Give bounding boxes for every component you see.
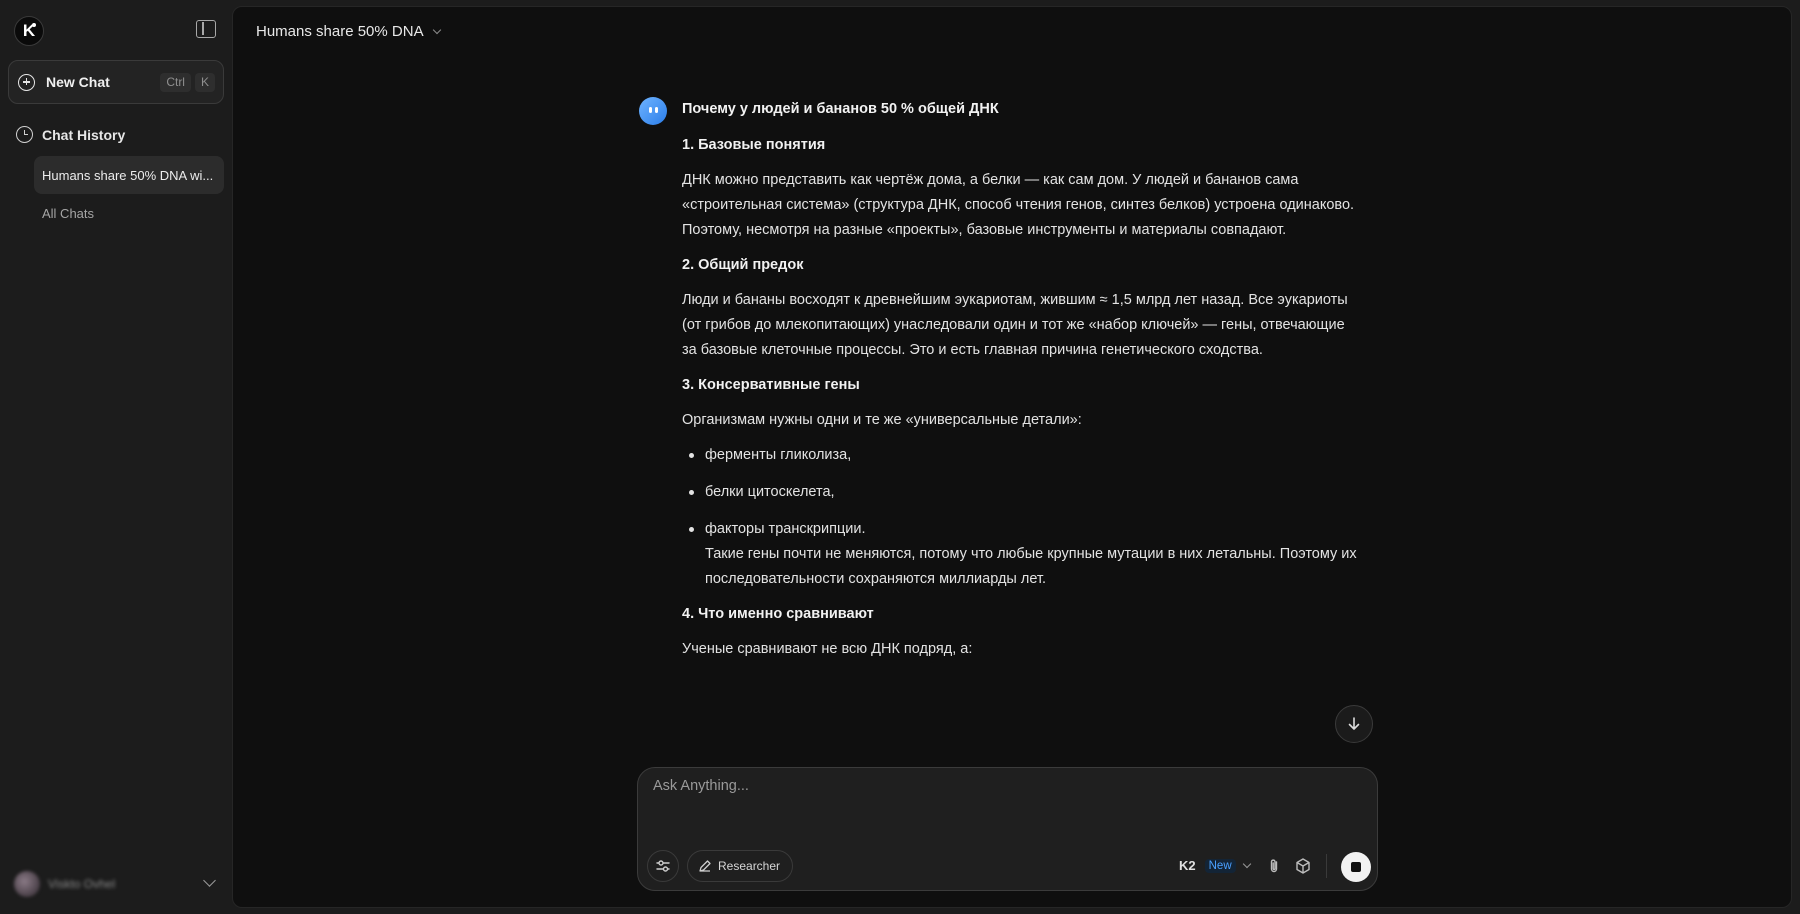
plus-circle-icon <box>18 73 35 91</box>
chevron-down-icon <box>432 25 441 35</box>
chat-history-item[interactable]: Humans share 50% DNA wi... <box>34 156 224 194</box>
chevron-down-icon <box>1242 859 1251 868</box>
researcher-label: Researcher <box>718 859 781 873</box>
conversation-title-dropdown[interactable]: Humans share 50% DNA <box>256 23 441 40</box>
sidebar-toggle-icon[interactable] <box>196 20 216 38</box>
paragraph: Люди и бананы восходят к древнейшим эука… <box>682 292 1348 358</box>
assistant-avatar-icon <box>639 97 667 125</box>
user-name: Viskto Ovhel <box>48 877 116 891</box>
cube-icon[interactable] <box>1293 856 1313 876</box>
shortcut-key-ctrl: Ctrl <box>160 73 191 92</box>
conversation-title: Humans share 50% DNA <box>256 23 424 40</box>
user-menu[interactable]: Viskto Ovhel <box>14 870 218 898</box>
app-logo[interactable]: K <box>14 16 44 46</box>
model-selector[interactable]: K2 New <box>1179 858 1251 873</box>
sliders-icon <box>656 860 670 872</box>
arrow-down-icon <box>1348 717 1360 730</box>
stop-icon <box>1351 862 1361 872</box>
new-chat-label: New Chat <box>46 74 110 90</box>
chat-history-header[interactable]: Chat History <box>16 126 125 143</box>
avatar <box>14 871 40 897</box>
all-chats-link[interactable]: All Chats <box>42 206 94 221</box>
pen-icon <box>699 860 711 872</box>
paragraph: Организмам нужны одни и те же «универсал… <box>682 412 1082 428</box>
paperclip-icon[interactable] <box>1264 856 1284 876</box>
stop-generation-button[interactable] <box>1341 852 1371 882</box>
new-badge: New <box>1204 858 1236 873</box>
chevron-down-icon <box>203 874 216 887</box>
bullet-list: ферменты гликолиза, белки цитоскелета, ф… <box>682 443 1362 592</box>
paragraph: Ученые сравнивают не всю ДНК подряд, а: <box>682 641 973 657</box>
tools-button[interactable] <box>647 850 679 882</box>
section-heading: 4. Что именно сравнивают <box>682 606 874 622</box>
scroll-to-bottom-button[interactable] <box>1335 705 1373 743</box>
list-item-text: факторы транскрипции. <box>705 521 866 537</box>
main-panel: Humans share 50% DNA Почему у людей и ба… <box>232 6 1792 908</box>
divider <box>1326 854 1327 878</box>
assistant-message: Почему у людей и бананов 50 % общей ДНК … <box>682 99 1362 662</box>
section-heading: 1. Базовые понятия <box>682 137 826 153</box>
list-item-note: Такие гены почти не меняются, потому что… <box>705 546 1357 587</box>
list-item: белки цитоскелета, <box>682 480 1362 505</box>
new-chat-button[interactable]: New Chat Ctrl K <box>8 60 224 104</box>
message-title: Почему у людей и бананов 50 % общей ДНК <box>682 101 999 117</box>
section-heading: 3. Консервативные гены <box>682 377 860 393</box>
clock-icon <box>16 126 33 143</box>
list-item: факторы транскрипции. Такие гены почти н… <box>682 517 1362 592</box>
keyboard-shortcut: Ctrl K <box>160 73 215 92</box>
researcher-button[interactable]: Researcher <box>687 850 794 882</box>
message-composer: Researcher K2 New <box>637 767 1378 891</box>
chat-history-title: Chat History <box>42 126 126 143</box>
shortcut-key-k: K <box>194 73 215 92</box>
sidebar: K New Chat Ctrl K Chat History Humans sh… <box>0 0 232 914</box>
paragraph: ДНК можно представить как чертёж дома, а… <box>682 172 1355 238</box>
ask-input[interactable] <box>653 778 1353 794</box>
model-name: K2 <box>1179 858 1196 873</box>
section-heading: 2. Общий предок <box>682 257 804 273</box>
list-item: ферменты гликолиза, <box>682 443 1362 468</box>
